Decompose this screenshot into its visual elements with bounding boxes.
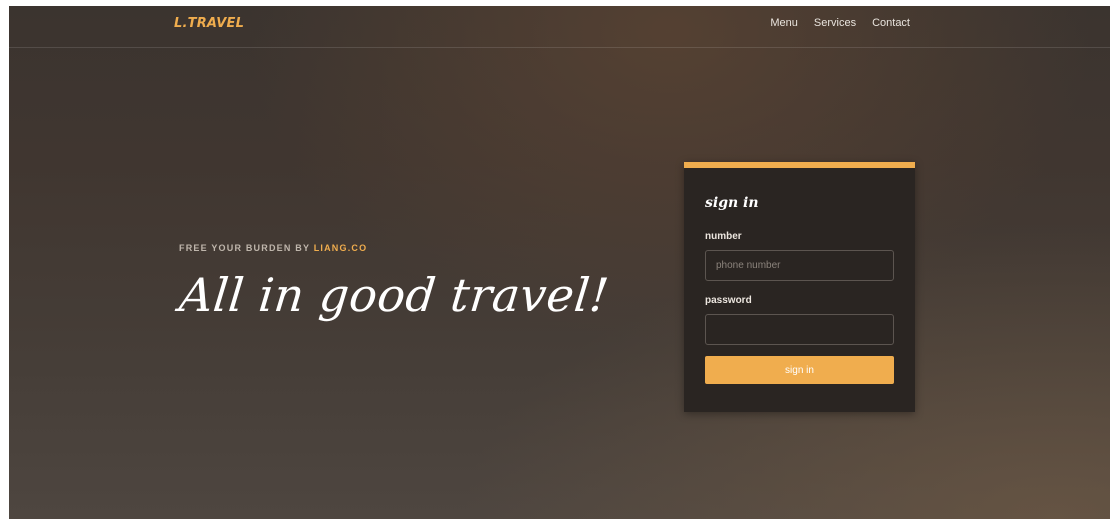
hero-subtitle-brand: LIANG.CO — [313, 243, 368, 253]
nav-link-menu[interactable]: Menu — [770, 17, 798, 29]
hero-subtitle-prefix: FREE YOUR BURDEN BY — [179, 243, 310, 253]
sign-in-button[interactable]: sign in — [705, 356, 894, 384]
password-label: password — [705, 295, 752, 306]
password-input[interactable] — [705, 314, 894, 345]
number-label: number — [705, 231, 742, 242]
top-navbar: L.TRAVEL Menu Services Contact — [9, 6, 1110, 48]
login-card: sign in number password sign in — [684, 162, 915, 412]
nav-link-services[interactable]: Services — [814, 17, 856, 29]
phone-number-input[interactable] — [705, 250, 894, 281]
hero-subtitle: FREE YOUR BURDEN BY LIANG.CO — [179, 243, 367, 253]
nav-link-contact[interactable]: Contact — [872, 17, 910, 29]
hero-title: All in good travel! — [177, 268, 612, 322]
nav-links: Menu Services Contact — [770, 17, 910, 29]
page-background: L.TRAVEL Menu Services Contact FREE YOUR… — [9, 6, 1110, 519]
brand-logo[interactable]: L.TRAVEL — [174, 16, 244, 31]
login-title: sign in — [705, 195, 759, 211]
